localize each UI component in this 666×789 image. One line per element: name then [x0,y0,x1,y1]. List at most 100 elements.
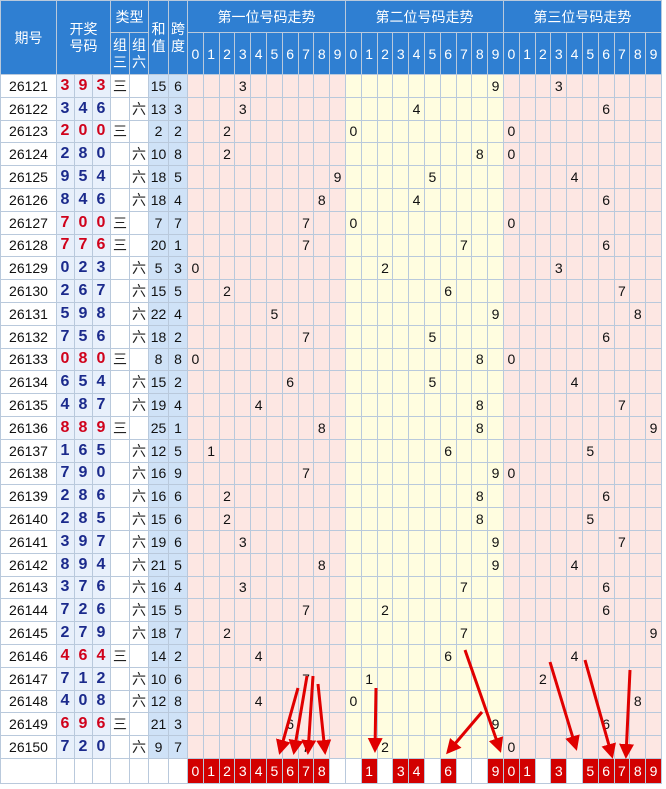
trend-cell [455,347,473,372]
zu6-cell: 六 [129,438,149,463]
span-cell: 8 [168,689,188,714]
trend-cell [629,74,647,98]
trend-cell [550,461,568,486]
trend-cell [487,256,504,281]
trend-cell [455,529,473,554]
trend-mark: 5 [581,507,599,531]
trend-cell [518,165,536,189]
trend-cell [597,256,615,281]
draw-digit: 6 [56,712,75,737]
trend-cell [202,575,220,600]
trend-mark: 2 [376,256,394,281]
trend-cell [423,575,441,600]
trend-cell [265,96,283,121]
trend-cell [344,507,362,531]
trend-cell [518,461,536,486]
trend-cell [218,552,236,577]
trend-mark: 8 [313,187,331,212]
trend-cell [218,210,236,235]
trend-cell [360,233,378,258]
trend-cell [471,301,489,326]
trend-cell [645,324,662,349]
trend-cell [502,438,520,463]
trend-cell [597,393,615,417]
trend-mark: 0 [344,689,362,714]
trend-cell [392,712,410,737]
draw-digit: 9 [74,461,93,486]
trend-cell [502,689,520,714]
trend-cell [376,74,394,98]
span-cell: 6 [168,484,188,509]
trend-mark: 0 [187,256,204,281]
trend-mark: 9 [645,621,662,645]
prediction-digit: 3 [392,757,410,784]
draw-digit: 6 [92,598,111,623]
trend-cell [344,575,362,600]
trend-cell [265,438,283,463]
trend-cell [408,575,425,600]
table-row: 26135 4 8 7 六 19 4 4 8 7 [0,393,662,417]
trend-cell [281,438,299,463]
trend-cell [455,256,473,281]
trend-cell [471,233,489,258]
trend-cell [471,689,489,714]
draw-digit: 7 [56,233,75,258]
trend-cell [218,735,236,759]
trend-cell [597,643,615,668]
trend-cell [344,233,362,258]
trend-cell [597,301,615,326]
trend-cell [550,666,568,691]
trend-cell [218,187,236,212]
sum-cell: 19 [148,393,169,417]
trend-cell [376,575,394,600]
trend-cell [281,347,299,372]
trend-cell [581,735,599,759]
period-cell: 26149 [0,712,57,737]
draw-digit: 8 [56,552,75,577]
trend-cell [518,210,536,235]
draw-digit: 8 [74,142,93,167]
draw-digit: 0 [92,461,111,486]
draw-digit: 9 [56,165,75,189]
trend-cell [471,279,489,303]
trend-cell [613,370,631,395]
trend-cell [234,461,252,486]
trend-mark: 7 [297,461,315,486]
draw-digit: 8 [92,689,111,714]
trend-cell [360,461,378,486]
trend-cell [423,142,441,167]
trend-cell [423,393,441,417]
draw-digit: 7 [56,666,75,691]
prediction-digit: 6 [597,757,615,784]
trend-mark: 2 [218,621,236,645]
trend-cell [392,119,410,144]
trend-cell [265,279,283,303]
trend-cell [329,575,346,600]
trend-cell [597,735,615,759]
footer-blank [92,757,111,784]
trend-cell [408,370,425,395]
digit-header: 6 [439,32,457,75]
zu3-cell [110,187,130,212]
sum-cell: 20 [148,233,169,258]
trend-cell [187,142,204,167]
trend-mark: 6 [597,187,615,212]
trend-cell [455,689,473,714]
digit-header: 2 [376,32,394,75]
digit-header: 9 [487,32,504,75]
trend-cell [502,96,520,121]
trend-cell [613,643,631,668]
trend-cell [518,119,536,144]
trend-cell [392,74,410,98]
trend-cell [218,324,236,349]
trend-cell [471,96,489,121]
trend-cell [439,165,457,189]
draw-digit: 9 [92,415,111,440]
trend-cell [455,666,473,691]
zu6-cell: 六 [129,142,149,167]
trend-cell [281,256,299,281]
trend-mark: 0 [502,461,520,486]
trend-cell [408,142,425,167]
trend-cell [645,461,662,486]
trend-cell [313,96,331,121]
